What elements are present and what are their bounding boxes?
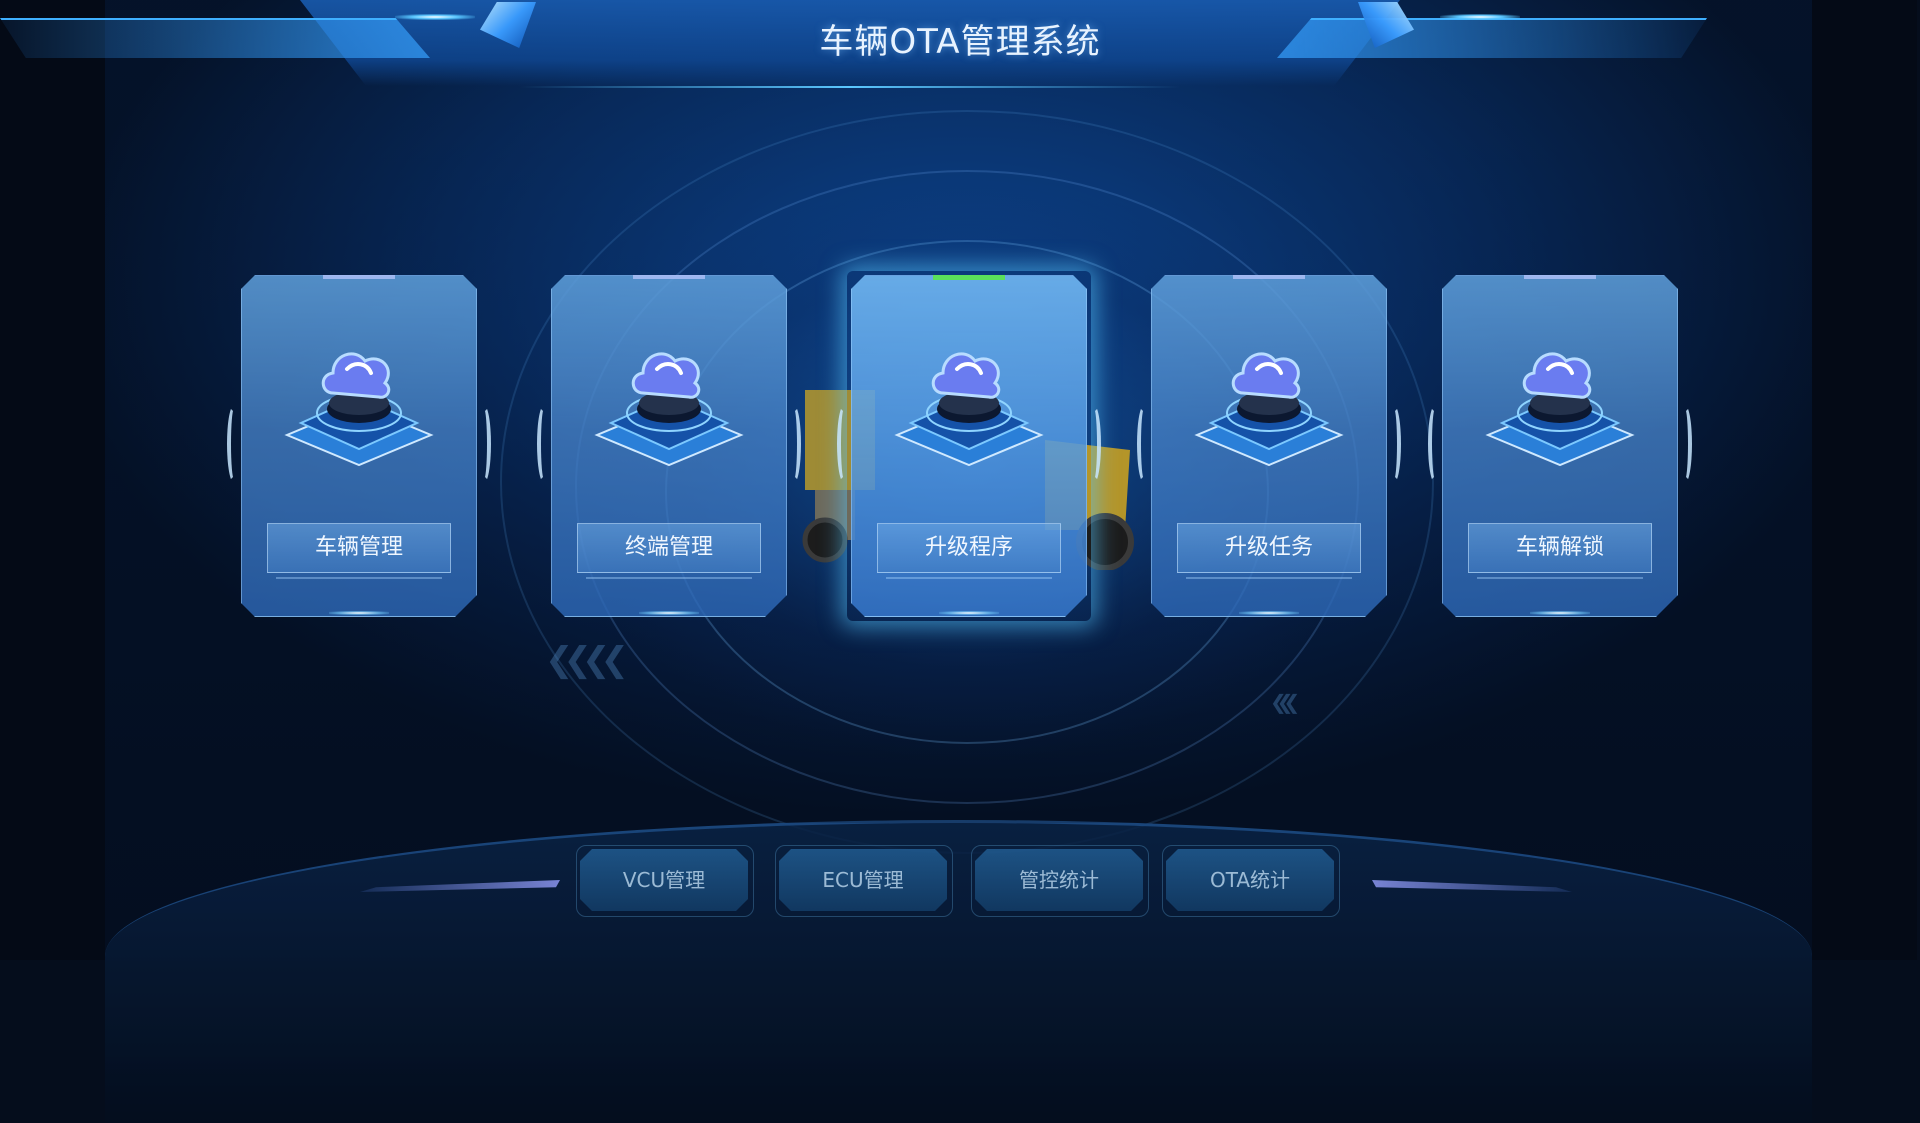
cloud-icon	[1194, 352, 1344, 467]
module-label: 升级程序	[877, 523, 1061, 579]
nav-button-vcu[interactable]: VCU管理	[580, 849, 748, 911]
card-bottom-glow	[1530, 611, 1590, 615]
module-card-upgrade-program[interactable]: 升级程序	[837, 275, 1101, 617]
nav-button-ota-stats[interactable]: OTA统计	[1166, 849, 1334, 911]
card-top-marker	[633, 275, 705, 279]
module-card-terminal-management[interactable]: 终端管理	[537, 275, 801, 617]
module-label: 升级任务	[1177, 523, 1361, 579]
card-bottom-glow	[1239, 611, 1299, 615]
cloud-icon	[894, 352, 1044, 467]
card-top-marker	[323, 275, 395, 279]
module-label: 车辆管理	[267, 523, 451, 579]
cloud-icon	[284, 352, 434, 467]
card-bracket-left	[837, 405, 851, 483]
nav-button-ecu[interactable]: ECU管理	[779, 849, 947, 911]
cloud-icon	[594, 352, 744, 467]
card-bracket-right	[1087, 405, 1101, 483]
card-bracket-left	[1428, 405, 1442, 483]
page-title: 车辆OTA管理系统	[819, 22, 1101, 62]
card-bracket-left	[1137, 405, 1151, 483]
card-bracket-left	[537, 405, 551, 483]
module-card-upgrade-task[interactable]: 升级任务	[1137, 275, 1401, 617]
card-bracket-right	[477, 405, 491, 483]
card-bracket-left	[227, 405, 241, 483]
deco-chevrons-left: ❮❮❮❮	[545, 640, 629, 680]
header-underline	[520, 86, 1180, 88]
module-label: 车辆解锁	[1468, 523, 1652, 579]
active-marker	[933, 275, 1005, 280]
card-top-marker	[1524, 275, 1596, 279]
card-bottom-glow	[639, 611, 699, 615]
card-bottom-glow	[939, 611, 999, 615]
module-label: 终端管理	[577, 523, 761, 579]
bottom-arc	[105, 820, 1812, 1123]
deco-chevrons-right: ❮❮❮	[1270, 690, 1300, 714]
card-bracket-right	[1678, 405, 1692, 483]
module-card-vehicle-unlock[interactable]: 车辆解锁	[1428, 275, 1692, 617]
card-bracket-right	[787, 405, 801, 483]
cloud-icon	[1485, 352, 1635, 467]
card-bottom-glow	[329, 611, 389, 615]
left-shade	[0, 0, 105, 960]
module-card-vehicle-management[interactable]: 车辆管理	[227, 275, 491, 617]
card-top-marker	[1233, 275, 1305, 279]
nav-button-control-stats[interactable]: 管控统计	[975, 849, 1143, 911]
card-bracket-right	[1387, 405, 1401, 483]
right-shade	[1812, 0, 1917, 960]
